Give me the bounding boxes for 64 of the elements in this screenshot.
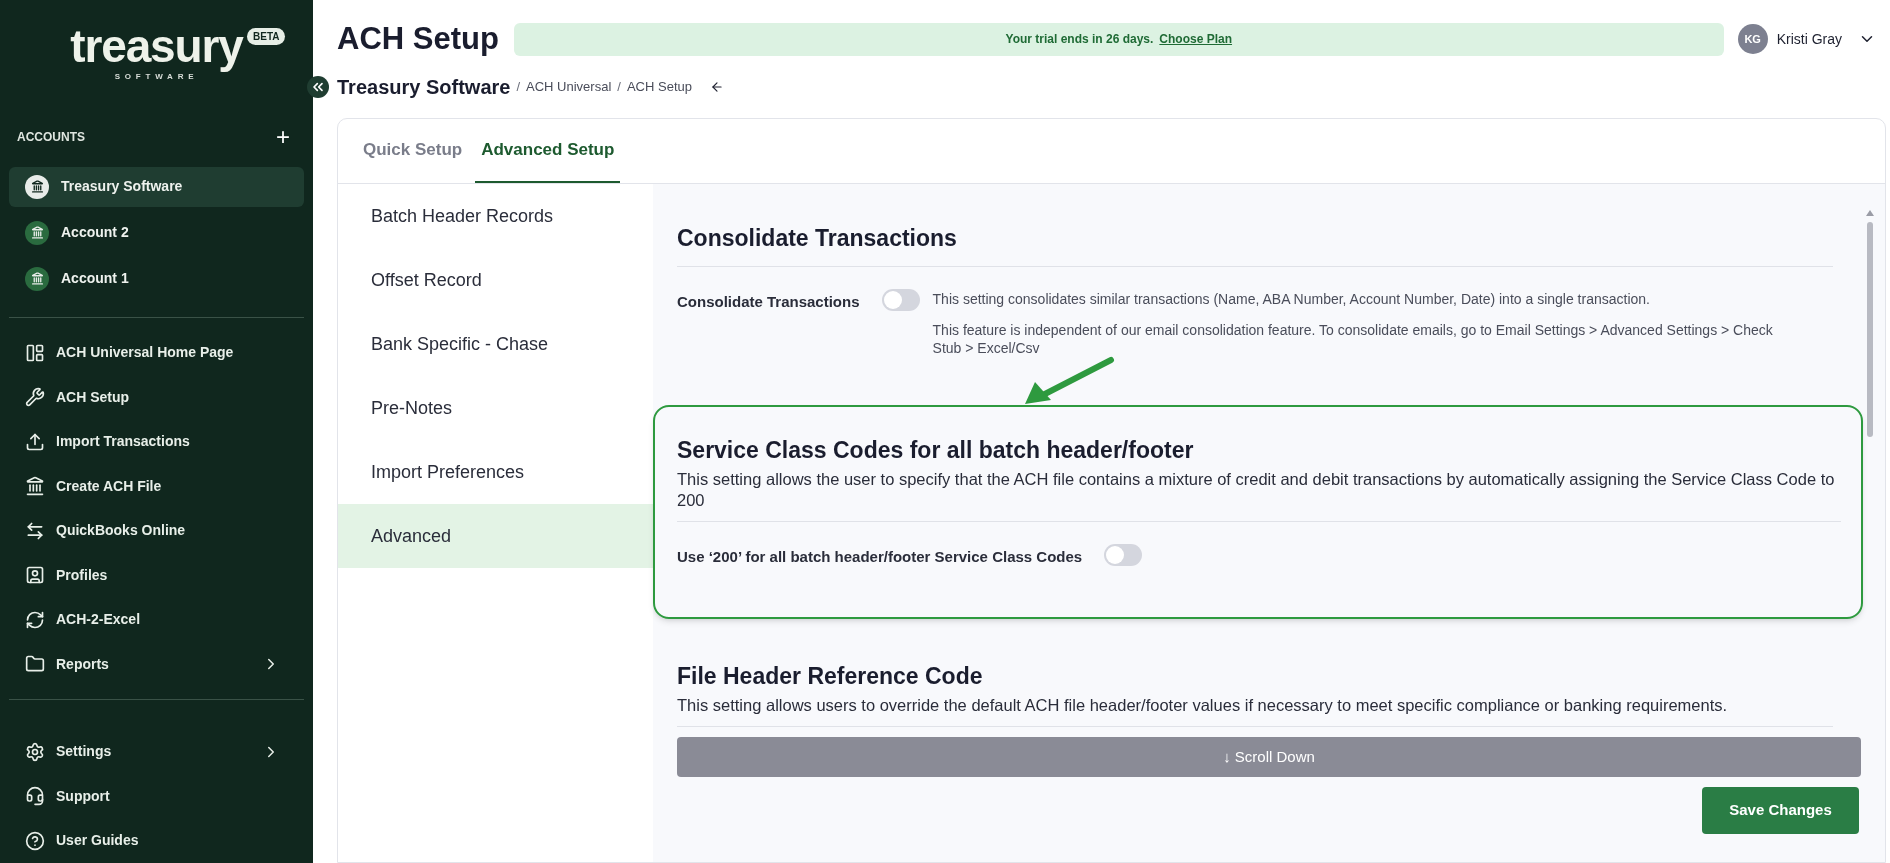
breadcrumb-root[interactable]: Treasury Software xyxy=(337,72,511,102)
settings-menu-item[interactable]: Batch Header Records xyxy=(338,184,653,248)
nav-item[interactable]: Reports xyxy=(0,642,313,687)
collapse-sidebar-button[interactable] xyxy=(307,76,329,98)
nav-item[interactable]: Settings xyxy=(0,729,313,775)
folder-icon xyxy=(25,654,45,675)
choose-plan-link[interactable]: Choose Plan xyxy=(1159,30,1233,48)
nav-item[interactable]: User Guides xyxy=(0,818,313,863)
layout-icon xyxy=(25,342,45,363)
section-heading: File Header Reference Code xyxy=(677,661,984,691)
setting-note: This setting consolidates similar transactions (Name, ABA Number, Account Number, Date) into a single transaction. xyxy=(932,289,1651,308)
id-card-icon xyxy=(25,565,45,586)
user-name: Kristi Gray xyxy=(1776,29,1842,49)
nav-item[interactable]: Profiles xyxy=(0,553,313,598)
tab[interactable]: Quick Setup xyxy=(357,119,469,183)
nav-item[interactable]: ACH Universal Home Page xyxy=(0,330,313,376)
setting-note: This feature is independent of our email consolidation feature. To consolidate emails, go to Email Settings > Advanced Settings > Check Stub > Excel/Csv xyxy=(932,320,1774,357)
settings-menu-item[interactable]: Import Preferences xyxy=(338,440,653,504)
section-heading: Service Class Codes for all batch header/footer xyxy=(677,435,1195,465)
breadcrumb-separator: / xyxy=(516,78,521,97)
logo-tagline: SOFTWARE xyxy=(114,72,199,84)
bank-icon xyxy=(25,220,49,245)
page-title: ACH Setup xyxy=(337,19,499,58)
refresh-icon xyxy=(25,609,45,630)
tab[interactable]: Advanced Setup xyxy=(475,119,621,183)
save-changes-button[interactable]: Save Changes xyxy=(1702,787,1859,834)
settings-menu-item[interactable]: Advanced xyxy=(338,504,653,568)
bank-icon xyxy=(25,476,45,497)
nav-item[interactable]: Import Transactions xyxy=(0,419,313,465)
breadcrumb-item[interactable]: ACH Setup xyxy=(626,77,692,97)
accounts-heading: ACCOUNTS xyxy=(17,129,85,147)
section-description: This setting allows the user to specify that the ACH file contains a mixture of credit and debit transactions by automatically assigning the Service Class Code to 200 xyxy=(677,469,1836,511)
bank-icon xyxy=(25,174,49,199)
settings-icon xyxy=(25,741,45,762)
trial-text: Your trial ends in 26 days. xyxy=(1005,31,1154,48)
settings-menu-item[interactable]: Offset Record xyxy=(338,248,653,312)
bank-icon xyxy=(25,266,49,291)
arrows-icon xyxy=(25,520,45,541)
section-heading: Consolidate Transactions xyxy=(677,224,958,253)
account-item[interactable]: Account 2 xyxy=(9,212,304,253)
logo-wordmark: treasury xyxy=(70,23,243,70)
settings-menu-item[interactable]: Pre-Notes xyxy=(338,376,653,440)
help-icon xyxy=(25,830,45,851)
toggle-switch[interactable] xyxy=(881,288,920,311)
section-description: This setting allows users to override the default ACH file header/footer values if necessary to meet specific compliance or banking requirements. xyxy=(677,695,1729,716)
user-avatar: KG xyxy=(1737,24,1768,54)
nav-item[interactable]: Support xyxy=(0,774,313,819)
upload-icon xyxy=(25,431,45,452)
setting-label: Use ‘200’ for all batch header/footer Service Class Codes xyxy=(677,547,1083,567)
setting-label: Consolidate Transactions xyxy=(677,291,860,312)
add-account-button[interactable]: + xyxy=(276,125,290,150)
nav-item[interactable]: ACH-2-Excel xyxy=(0,597,313,643)
wrench-icon xyxy=(25,387,45,408)
headset-icon xyxy=(25,786,45,807)
breadcrumb-separator: / xyxy=(617,78,621,97)
toggle-switch[interactable] xyxy=(1104,544,1143,566)
nav-item[interactable]: Create ACH File xyxy=(0,464,313,509)
account-item[interactable]: Account 1 xyxy=(9,258,304,299)
breadcrumb-item[interactable]: ACH Universal xyxy=(526,77,612,97)
settings-menu-item[interactable]: Bank Specific - Chase xyxy=(338,312,653,376)
nav-item[interactable]: QuickBooks Online xyxy=(0,508,313,554)
nav-item[interactable]: ACH Setup xyxy=(0,375,313,420)
beta-badge: BETA xyxy=(247,28,286,45)
account-item[interactable]: Treasury Software xyxy=(9,166,304,207)
